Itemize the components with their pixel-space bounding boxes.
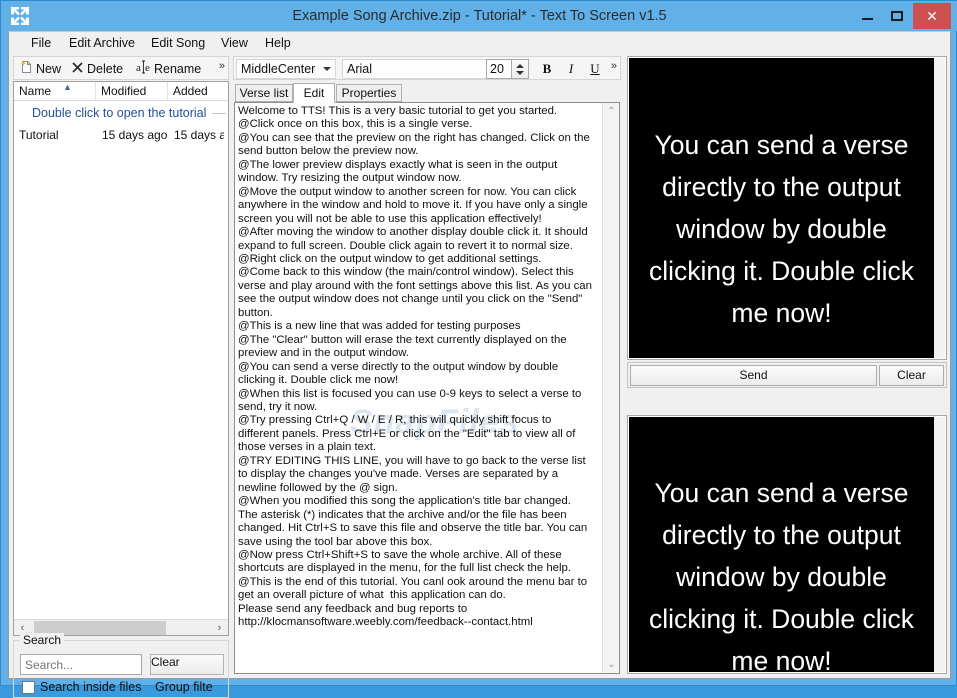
application-window: Example Song Archive.zip - Tutorial* - T… [0,0,957,698]
send-button[interactable]: Send [630,365,877,386]
column-header-added[interactable]: Added [168,82,228,101]
cell-name: Tutorial [19,128,59,142]
title-bar: Example Song Archive.zip - Tutorial* - T… [1,1,957,31]
menu-help[interactable]: Help [257,32,299,54]
delete-button-label: Delete [87,62,124,76]
cell-added: 15 days ago [174,128,224,142]
file-list-group-header[interactable]: Double click to open the tutorial [14,103,228,123]
group-header-rule [212,113,226,114]
cell-modified: 15 days ago [102,128,168,142]
menu-edit-song[interactable]: Edit Song [143,32,213,54]
svg-text:a: a [136,62,141,74]
column-header-name[interactable]: Name [14,82,96,101]
verse-text-editor[interactable]: SnapFiles Welcome to TTS! This is a very… [234,102,620,674]
file-list[interactable]: Name Modified Added ▲ Double click to op… [13,81,229,636]
menu-edit-archive[interactable]: Edit Archive [61,32,143,54]
alignment-dropdown[interactable]: MiddleCenter [236,59,336,79]
clear-button[interactable]: Clear [879,365,944,386]
rename-button[interactable]: a e Rename [136,59,201,79]
tab-verse-list[interactable]: Verse list [235,84,293,102]
column-header-modified[interactable]: Modified [96,82,168,101]
preview-top-text: You can send a verse directly to the out… [648,130,915,328]
alignment-value: MiddleCenter [241,62,316,76]
stepper-down-icon[interactable] [516,71,524,75]
font-family-value: Arial [347,62,373,76]
menu-view[interactable]: View [213,32,256,54]
client-area: File Edit Archive Edit Song View Help Ne… [8,31,951,698]
new-file-icon [19,60,33,80]
editor-panel: MiddleCenter Arial 20 B I U » Verse list… [233,56,621,674]
maximize-button[interactable] [883,5,911,27]
italic-button[interactable]: I [560,59,582,79]
delete-x-icon [71,60,84,80]
underline-button[interactable]: U [584,59,606,79]
search-clear-button[interactable]: Clear [150,654,224,675]
window-title: Example Song Archive.zip - Tutorial* - T… [292,8,667,24]
search-inside-files-label[interactable]: Search inside files [40,679,141,696]
new-button-label: New [36,62,62,76]
verse-preview-top[interactable]: You can send a verse directly to the out… [627,56,947,360]
font-toolbar-overflow-chevron-icon[interactable]: » [611,59,617,73]
sort-ascending-icon: ▲ [63,82,72,92]
font-size-input[interactable]: 20 [486,59,512,79]
maximize-icon [891,11,903,21]
menu-file[interactable]: File [23,32,59,54]
preview-bottom-canvas[interactable]: You can send a verse directly to the out… [629,417,934,672]
tab-properties[interactable]: Properties [336,84,402,102]
minimize-icon [862,18,873,20]
new-button[interactable]: New [19,59,61,79]
verse-text-content[interactable]: Welcome to TTS! This is a very basic tut… [238,105,593,630]
tab-strip: Verse list Edit Properties [233,83,621,103]
search-group: Search Clear Search inside files Group f… [13,633,229,698]
archive-panel: New Delete a e Rename » Name Modified Ad… [13,56,229,698]
tab-edit[interactable]: Edit [293,83,335,103]
group-header-label: Double click to open the tutorial [32,106,207,120]
font-family-dropdown[interactable]: Arial [342,59,500,79]
table-row[interactable]: Tutorial 15 days ago 15 days ago [14,125,228,145]
archive-toolbar: New Delete a e Rename » [13,56,229,80]
minimize-button[interactable] [853,5,881,27]
rename-button-label: Rename [154,62,202,76]
font-toolbar: MiddleCenter Arial 20 B I U » [233,56,621,80]
stepper-up-icon[interactable] [516,64,524,68]
preview-top-canvas[interactable]: You can send a verse directly to the out… [629,58,934,358]
close-icon: ✕ [926,8,938,24]
toolbar-overflow-chevron-icon[interactable]: » [219,59,225,73]
close-button[interactable]: ✕ [913,3,951,29]
file-list-header: Name Modified Added ▲ [14,82,228,101]
search-legend: Search [20,633,65,647]
preview-actions: Send Clear [627,362,947,388]
bold-button[interactable]: B [536,59,558,79]
preview-bottom-text: You can send a verse directly to the out… [648,478,915,672]
chevron-down-icon [323,67,331,71]
rename-text-cursor-icon: a e [136,60,151,80]
editor-vertical-scrollbar[interactable]: ⌃ ⌄ [602,103,619,673]
preview-top-scroll-column[interactable] [934,58,945,358]
scroll-right-icon[interactable]: › [211,620,228,635]
svg-text:e: e [145,62,150,74]
font-size-stepper[interactable] [512,59,529,79]
menu-bar: File Edit Archive Edit Song View Help [9,32,950,54]
scroll-up-icon[interactable]: ⌃ [603,103,619,120]
scroll-down-icon[interactable]: ⌄ [603,656,619,673]
search-inside-files-checkbox[interactable] [22,681,35,694]
output-preview-bottom[interactable]: You can send a verse directly to the out… [627,415,947,674]
delete-button[interactable]: Delete [71,59,123,79]
preview-panel: You can send a verse directly to the out… [627,56,947,674]
search-input[interactable] [20,654,142,675]
group-filter-label[interactable]: Group filte [155,679,225,696]
preview-bottom-scroll-column[interactable] [934,417,945,672]
